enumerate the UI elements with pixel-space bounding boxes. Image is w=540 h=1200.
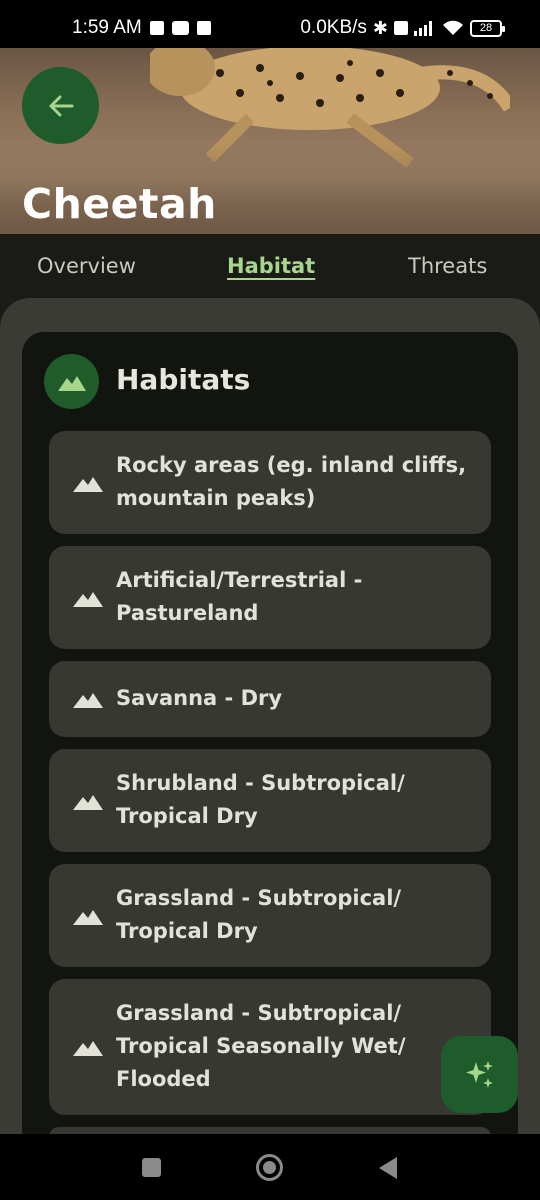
sparkle-icon — [465, 1060, 493, 1088]
tab-threats[interactable]: Threats — [408, 254, 487, 278]
network-speed: 0.0KB/s — [300, 17, 367, 38]
mail-icon — [196, 21, 211, 35]
home-button[interactable] — [256, 1154, 283, 1181]
status-right: 0.0KB/s ✱ 28 — [300, 17, 505, 39]
ai-fab-button[interactable] — [441, 1036, 518, 1113]
volte-icon — [394, 21, 408, 35]
tab-bar: Overview Habitat Threats — [0, 234, 540, 298]
list-item[interactable]: Artificial/Terrestrial - Pastureland — [49, 546, 491, 649]
recents-button[interactable] — [142, 1158, 161, 1177]
signal-icon — [414, 21, 432, 36]
list-item[interactable]: Rocky areas (eg. inland cliffs, mountain… — [49, 431, 491, 534]
list-item[interactable]: Shrubland - Subtropical/ Tropical Dry — [49, 749, 491, 852]
list-item[interactable]: Grassland - Subtropical/ Tropical Dry — [49, 864, 491, 967]
mountain-icon — [73, 1041, 103, 1056]
mountain-icon — [73, 693, 103, 708]
youtube-icon — [171, 21, 189, 35]
page-title: Cheetah — [22, 180, 217, 228]
list-item[interactable]: Grassland - Subtropical/ Tropical Season… — [49, 979, 491, 1115]
system-back-button[interactable] — [379, 1157, 397, 1179]
battery-icon: 28 — [470, 19, 505, 37]
mountain-icon — [73, 591, 103, 607]
list-item-label: Rocky areas (eg. inland cliffs, mountain… — [116, 453, 467, 510]
card-title: Habitats — [116, 363, 251, 396]
mountain-icon — [73, 794, 103, 810]
status-bar: 1:59 AM 0.0KB/s ✱ 28 — [0, 0, 540, 48]
tab-habitat[interactable]: Habitat — [227, 254, 315, 278]
arrow-left-icon — [49, 95, 73, 116]
list-item-label: Grassland - Subtropical/ Tropical Dry — [116, 886, 402, 943]
list-item-label: Grassland - Subtropical/ Tropical Season… — [116, 1001, 406, 1091]
twitch-icon — [149, 21, 164, 35]
mountain-icon — [73, 476, 103, 492]
list-item-label: Savanna - Dry — [116, 686, 283, 710]
status-time: 1:59 AM — [72, 17, 142, 38]
list-item-label: Shrubland - Subtropical/ Tropical Dry — [116, 771, 405, 828]
bluetooth-icon: ✱ — [372, 17, 388, 38]
mountain-icon — [44, 354, 99, 409]
back-button[interactable] — [22, 67, 99, 144]
wifi-icon — [443, 20, 463, 35]
tab-overview[interactable]: Overview — [37, 254, 136, 278]
list-item-label: Artificial/Terrestrial - Pastureland — [116, 568, 363, 625]
status-left: 1:59 AM — [72, 17, 211, 39]
system-nav-bar — [0, 1134, 540, 1200]
battery-level: 28 — [479, 22, 493, 34]
list-item[interactable]: Savanna - Dry — [49, 661, 491, 737]
mountain-icon — [73, 909, 103, 925]
